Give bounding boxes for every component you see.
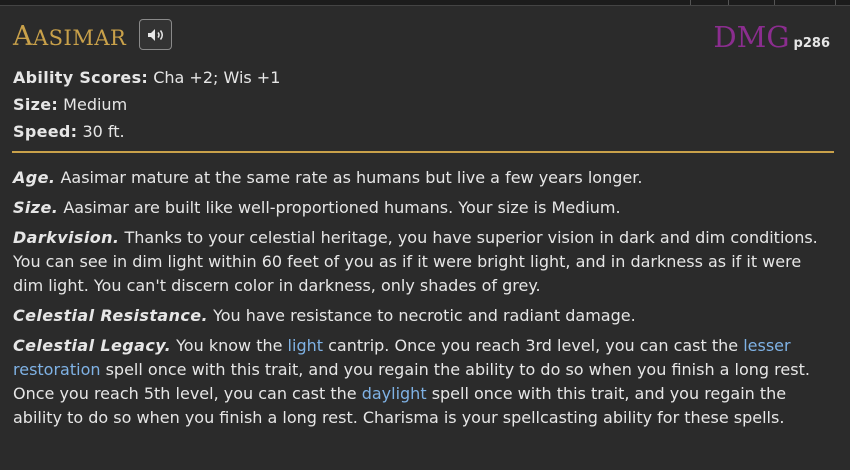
stat-size: Size: Medium — [13, 91, 280, 118]
trait-text: You know the — [176, 336, 283, 355]
tab-divider — [690, 0, 691, 5]
section-divider — [12, 151, 834, 153]
tab-divider — [728, 0, 729, 5]
trait-size: Size. Aasimar are built like well-propor… — [13, 196, 835, 220]
source-book: DMG — [713, 20, 790, 54]
trait-age: Age. Aasimar mature at the same rate as … — [13, 166, 835, 190]
tab-divider — [835, 0, 836, 5]
stat-label: Speed: — [13, 122, 78, 141]
trait-list: Age. Aasimar mature at the same rate as … — [13, 166, 835, 436]
trait-name: Celestial Legacy. — [13, 336, 172, 355]
race-panel: AASIMAR DMG p286 Ability Scores: Cha +2;… — [0, 6, 850, 470]
trait-name: Age. — [13, 168, 56, 187]
trait-celestial-resistance: Celestial Resistance. You have resistanc… — [13, 304, 835, 328]
trait-text: Aasimar mature at the same rate as human… — [60, 168, 643, 187]
source-page: p286 — [793, 36, 830, 51]
stat-value: Cha +2; Wis +1 — [153, 68, 281, 87]
trait-name: Darkvision. — [13, 228, 120, 247]
tab-divider — [774, 0, 775, 5]
race-title: AASIMAR — [13, 20, 126, 55]
speaker-icon — [147, 28, 163, 41]
trait-text: Thanks to your celestial heritage, you h… — [13, 228, 818, 295]
trait-darkvision: Darkvision. Thanks to your celestial her… — [13, 226, 835, 298]
stat-value: Medium — [63, 95, 128, 114]
race-stats: Ability Scores: Cha +2; Wis +1 Size: Med… — [13, 64, 280, 145]
trait-text: Aasimar are built like well-proportioned… — [63, 198, 621, 217]
title-rest: ASIMAR — [33, 26, 127, 50]
trait-name: Celestial Resistance. — [13, 306, 208, 325]
trait-celestial-legacy: Celestial Legacy. You know the light can… — [13, 334, 835, 430]
trait-name: Size. — [13, 198, 59, 217]
stat-speed: Speed: 30 ft. — [13, 118, 280, 145]
sound-button[interactable] — [139, 19, 172, 50]
trait-text: You have resistance to necrotic and radi… — [213, 306, 636, 325]
stat-value: 30 ft. — [82, 122, 125, 141]
spell-link-light[interactable]: light — [288, 336, 323, 355]
trait-text: cantrip. Once you reach 3rd level, you c… — [328, 336, 739, 355]
title-initial: A — [13, 21, 33, 52]
stat-ability-scores: Ability Scores: Cha +2; Wis +1 — [13, 64, 280, 91]
source-reference: DMG p286 — [713, 20, 830, 54]
stat-label: Ability Scores: — [13, 68, 149, 87]
spell-link-daylight[interactable]: daylight — [362, 384, 427, 403]
stat-label: Size: — [13, 95, 59, 114]
